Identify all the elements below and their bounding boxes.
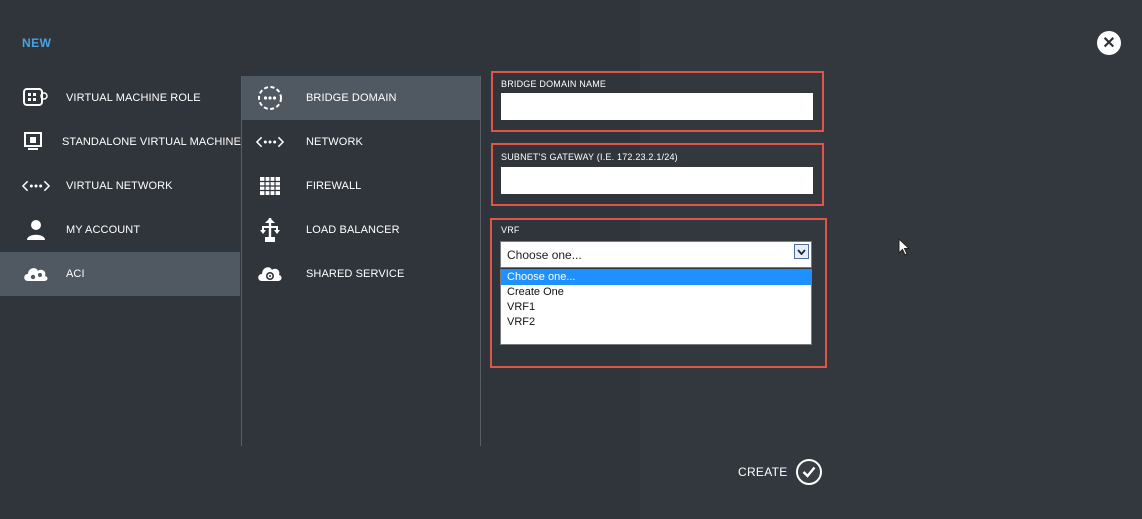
submenu-item-label: NETWORK: [306, 136, 363, 148]
submenu-item-label: FIREWALL: [306, 180, 362, 192]
submenu-item-load-balancer[interactable]: LOAD BALANCER: [242, 208, 480, 252]
bridge-domain-icon: [256, 86, 284, 110]
submenu-item-label: BRIDGE DOMAIN: [306, 92, 397, 104]
standalone-vm-icon: [22, 130, 46, 154]
aci-submenu: BRIDGE DOMAIN NETWORK FIREWALL LOAD BALA…: [242, 76, 480, 296]
user-icon: [22, 218, 50, 242]
network-icon: [256, 130, 284, 154]
vrf-option[interactable]: Choose one...: [501, 270, 811, 285]
submenu-item-bridge-domain[interactable]: BRIDGE DOMAIN: [242, 76, 480, 120]
bridge-domain-name-input[interactable]: [501, 93, 813, 120]
menu-item-label: VIRTUAL MACHINE ROLE: [66, 92, 201, 104]
firewall-icon: [256, 174, 284, 198]
mouse-cursor-icon: [898, 237, 911, 261]
vrf-option[interactable]: Create One: [501, 285, 811, 300]
checkmark-icon: [795, 459, 822, 485]
vrf-dropdown-list: Choose one... Create One VRF1 VRF2: [500, 269, 812, 345]
menu-item-my-account[interactable]: MY ACCOUNT: [0, 208, 240, 252]
vm-role-icon: [22, 86, 50, 110]
vrf-select[interactable]: Choose one...: [500, 241, 812, 268]
close-button[interactable]: ✕: [1097, 31, 1121, 55]
vrf-option[interactable]: VRF2: [501, 315, 811, 330]
submenu-item-label: LOAD BALANCER: [306, 224, 400, 236]
bridge-domain-name-label: BRIDGE DOMAIN NAME: [501, 79, 607, 89]
create-label: CREATE: [738, 465, 788, 479]
virtual-network-icon: [22, 174, 50, 198]
category-menu: VIRTUAL MACHINE ROLE STANDALONE VIRTUAL …: [0, 76, 242, 296]
close-icon: ✕: [1102, 35, 1116, 52]
chevron-down-icon[interactable]: [794, 244, 809, 259]
dialog-title: NEW: [22, 36, 52, 50]
menu-item-label: ACI: [66, 268, 85, 280]
submenu-item-network[interactable]: NETWORK: [242, 120, 480, 164]
shared-service-icon: [256, 262, 284, 286]
menu-item-aci[interactable]: ACI: [0, 252, 240, 296]
new-dialog: NEW ✕ VIRTUAL MACHINE ROLE STANDALONE VI…: [0, 0, 1142, 519]
vrf-option[interactable]: VRF1: [501, 300, 811, 315]
vrf-selected-value: Choose one...: [507, 247, 582, 262]
subnet-gateway-label: SUBNET'S GATEWAY (I.E. 172.23.2.1/24): [501, 152, 678, 162]
menu-item-virtual-network[interactable]: VIRTUAL NETWORK: [0, 164, 240, 208]
menu-item-label: MY ACCOUNT: [66, 224, 141, 236]
load-balancer-icon: [256, 218, 284, 242]
menu-item-standalone-vm[interactable]: STANDALONE VIRTUAL MACHINE: [0, 120, 242, 164]
vrf-label: VRF: [501, 225, 520, 235]
submenu-item-firewall[interactable]: FIREWALL: [242, 164, 480, 208]
cloud-gear-icon: [22, 262, 50, 286]
submenu-item-label: SHARED SERVICE: [306, 268, 405, 280]
menu-item-virtual-machine-role[interactable]: VIRTUAL MACHINE ROLE: [0, 76, 240, 120]
subnet-gateway-input[interactable]: [501, 167, 813, 194]
create-button[interactable]: CREATE: [738, 458, 822, 486]
menu-item-label: VIRTUAL NETWORK: [66, 180, 173, 192]
menu-item-label: STANDALONE VIRTUAL MACHINE: [62, 136, 242, 148]
column-divider: [480, 76, 481, 446]
submenu-item-shared-service[interactable]: SHARED SERVICE: [242, 252, 480, 296]
